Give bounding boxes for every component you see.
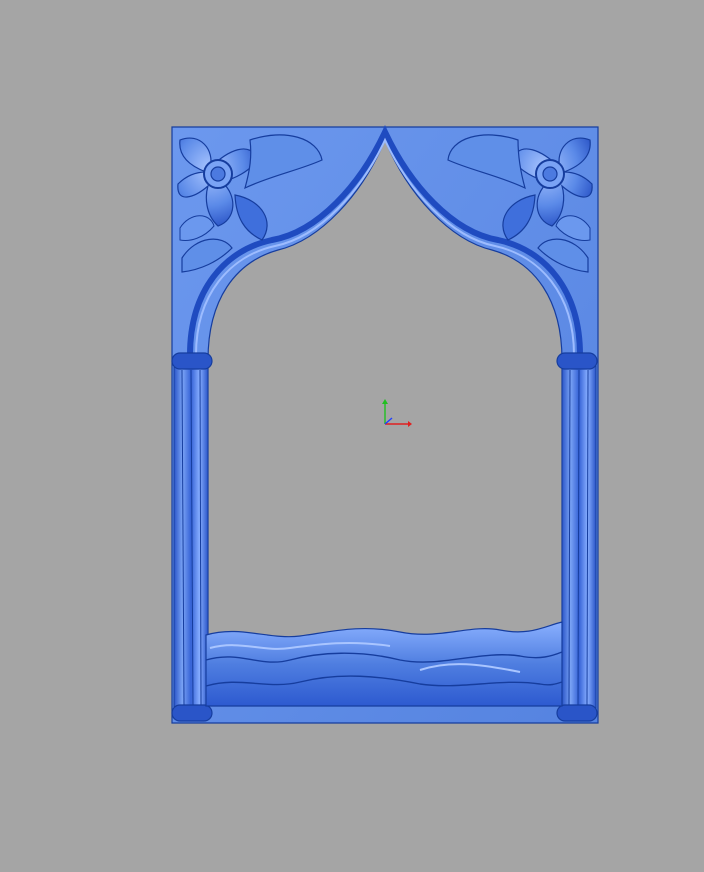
model-canvas[interactable]: [0, 0, 704, 872]
wave-base: [205, 621, 563, 707]
z-axis-arrow: [384, 417, 393, 425]
right-column: [556, 352, 598, 722]
axis-triad[interactable]: [382, 399, 412, 427]
3d-viewport[interactable]: [0, 0, 704, 872]
